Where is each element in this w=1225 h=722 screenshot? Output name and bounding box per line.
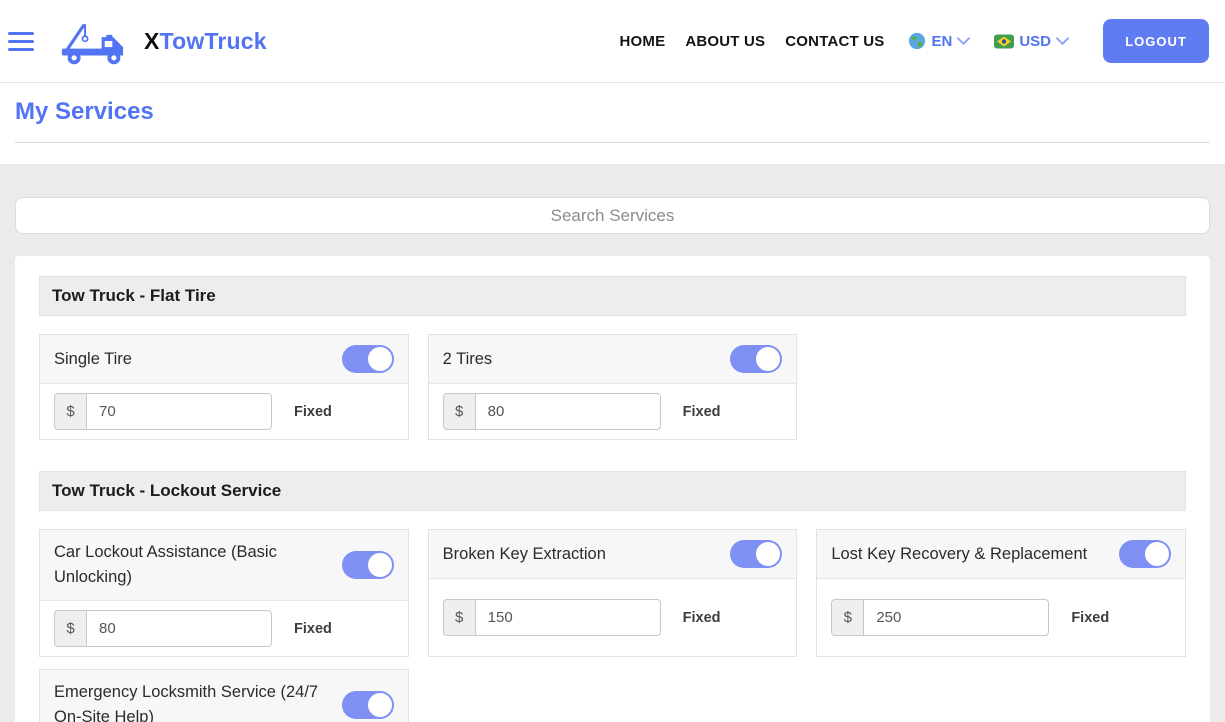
service-toggle-switch[interactable] xyxy=(342,551,394,579)
service-card-lost-key: Lost Key Recovery & Replacement $ Fixed xyxy=(816,529,1186,657)
nav-links: HOME ABOUT US CONTACT US EN USD xyxy=(620,19,1209,63)
currency-label: USD xyxy=(1019,33,1051,50)
price-type-label: Fixed xyxy=(1071,610,1109,626)
cards-grid: Car Lockout Assistance (Basic Unlocking)… xyxy=(39,529,1186,722)
service-name: Broken Key Extraction xyxy=(443,542,606,567)
price-type-label: Fixed xyxy=(294,404,332,420)
cards-grid: Single Tire $ Fixed 2 Tires xyxy=(39,334,1186,440)
section-title: Tow Truck - Lockout Service xyxy=(39,471,1186,511)
nav-link-contact-us[interactable]: CONTACT US xyxy=(785,33,884,50)
top-navbar: XTowTruck HOME ABOUT US CONTACT US EN US… xyxy=(0,0,1225,83)
service-toggle-switch[interactable] xyxy=(730,345,782,373)
page-title-band: My Services xyxy=(0,83,1225,164)
language-selector[interactable]: EN xyxy=(908,32,970,50)
section-title: Tow Truck - Flat Tire xyxy=(39,276,1186,316)
currency-flag-icon xyxy=(994,34,1014,49)
search-input[interactable] xyxy=(15,197,1210,234)
currency-prefix: $ xyxy=(443,599,475,636)
nav-link-home[interactable]: HOME xyxy=(620,33,666,50)
price-type-label: Fixed xyxy=(683,610,721,626)
logout-button[interactable]: LOGOUT xyxy=(1103,19,1209,63)
service-card-2-tires: 2 Tires $ Fixed xyxy=(428,334,798,440)
currency-prefix: $ xyxy=(831,599,863,636)
hamburger-menu-icon[interactable] xyxy=(8,27,34,56)
service-toggle-switch[interactable] xyxy=(342,691,394,719)
section-flat-tire: Tow Truck - Flat Tire Single Tire $ Fixe… xyxy=(39,276,1186,440)
globe-icon xyxy=(908,32,926,50)
page-title: My Services xyxy=(15,98,1225,126)
price-type-label: Fixed xyxy=(294,621,332,637)
currency-selector[interactable]: USD xyxy=(994,33,1069,50)
chevron-down-icon xyxy=(1056,37,1069,46)
main-content: Tow Truck - Flat Tire Single Tire $ Fixe… xyxy=(0,197,1225,722)
service-card-single-tire: Single Tire $ Fixed xyxy=(39,334,409,440)
price-input[interactable] xyxy=(86,610,272,647)
service-card-broken-key: Broken Key Extraction $ Fixed xyxy=(428,529,798,657)
service-card-emergency-locksmith: Emergency Locksmith Service (24/7 On-Sit… xyxy=(39,669,409,722)
nav-link-about-us[interactable]: ABOUT US xyxy=(685,33,765,50)
service-name: Car Lockout Assistance (Basic Unlocking) xyxy=(54,540,330,590)
service-name: 2 Tires xyxy=(443,347,493,372)
price-input[interactable] xyxy=(475,393,661,430)
language-label: EN xyxy=(931,33,952,50)
service-card-car-lockout: Car Lockout Assistance (Basic Unlocking)… xyxy=(39,529,409,657)
service-toggle-switch[interactable] xyxy=(730,540,782,568)
price-input[interactable] xyxy=(86,393,272,430)
brand-text: TowTruck xyxy=(160,28,267,54)
services-container: Tow Truck - Flat Tire Single Tire $ Fixe… xyxy=(15,256,1210,722)
currency-prefix: $ xyxy=(54,610,86,647)
service-toggle-switch[interactable] xyxy=(1119,540,1171,568)
chevron-down-icon xyxy=(957,37,970,46)
service-name: Emergency Locksmith Service (24/7 On-Sit… xyxy=(54,680,330,722)
section-lockout-service: Tow Truck - Lockout Service Car Lockout … xyxy=(39,471,1186,722)
towtruck-logo-icon xyxy=(52,15,136,67)
currency-prefix: $ xyxy=(54,393,86,430)
brand-prefix: X xyxy=(144,28,160,54)
brand-name[interactable]: XTowTruck xyxy=(144,28,267,55)
service-name: Lost Key Recovery & Replacement xyxy=(831,542,1087,567)
service-toggle-switch[interactable] xyxy=(342,345,394,373)
service-name: Single Tire xyxy=(54,347,132,372)
price-input[interactable] xyxy=(863,599,1049,636)
price-input[interactable] xyxy=(475,599,661,636)
currency-prefix: $ xyxy=(443,393,475,430)
price-type-label: Fixed xyxy=(683,404,721,420)
